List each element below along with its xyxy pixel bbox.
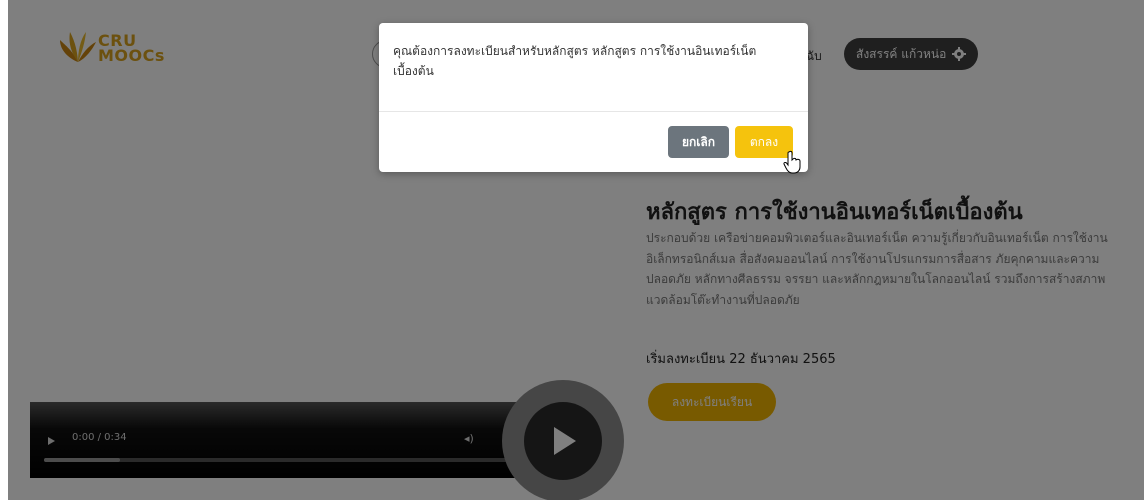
- cancel-button[interactable]: ยกเลิก: [668, 126, 729, 158]
- dialog-divider: [379, 111, 808, 112]
- confirm-enroll-dialog: คุณต้องการลงทะเบียนสำหรับหลักสูตร หลักสู…: [379, 23, 808, 172]
- hand-cursor-icon: [783, 150, 801, 174]
- dialog-message: คุณต้องการลงทะเบียนสำหรับหลักสูตร หลักสู…: [393, 44, 757, 78]
